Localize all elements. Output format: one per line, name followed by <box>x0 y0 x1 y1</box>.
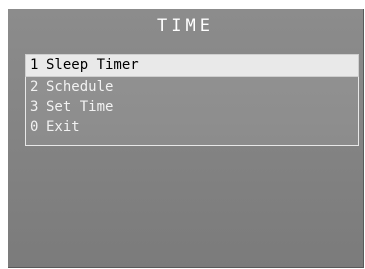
menu-item-label: Sleep Timer <box>46 57 139 73</box>
menu-item-number: 2 <box>30 79 39 95</box>
menu-item-label: Exit <box>46 119 80 135</box>
menu-item-set-time[interactable]: 3 Set Time <box>26 97 358 117</box>
menu-item-schedule[interactable]: 2 Schedule <box>26 77 358 97</box>
menu-item-number: 1 <box>30 57 39 73</box>
page-title: TIME <box>157 16 214 36</box>
menu-item-number: 3 <box>30 99 39 115</box>
menu-item-label: Set Time <box>46 99 114 115</box>
menu-item-exit[interactable]: 0 Exit <box>26 117 358 137</box>
menu-item-number: 0 <box>30 119 39 135</box>
menu-item-sleep-timer[interactable]: 1 Sleep Timer <box>25 54 359 77</box>
menu-item-label: Schedule <box>46 79 114 95</box>
time-menu-screen: TIME 1 Sleep Timer 2 Schedule 3 Set Time 0E… <box>8 9 364 268</box>
time-menu: 1 Sleep Timer 2 Schedule 3 Set Time 0 Exit <box>25 54 359 146</box>
